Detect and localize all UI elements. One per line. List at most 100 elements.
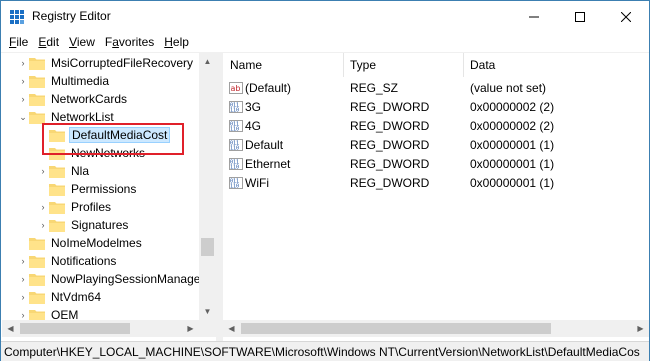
- close-icon: [621, 11, 631, 22]
- folder-icon: [29, 75, 45, 88]
- chevron-right-icon[interactable]: ›: [17, 54, 29, 72]
- column-header-name[interactable]: Name: [223, 53, 343, 77]
- maximize-button[interactable]: [557, 1, 603, 32]
- tree-item[interactable]: › NtVdm64: [17, 288, 103, 306]
- chevron-right-icon[interactable]: ›: [17, 90, 29, 108]
- menu-bar: File Edit View Favorites Help: [1, 32, 649, 52]
- table-row[interactable]: 011 110 Default REG_DWORD 0x00000001 (1): [223, 135, 649, 154]
- list-horizontal-scrollbar[interactable]: ◀ ▶: [223, 320, 649, 337]
- value-name-text: Ethernet: [245, 156, 291, 171]
- tree-item-label: Signatures: [71, 218, 129, 232]
- value-name-text: 4G: [245, 118, 262, 133]
- value-type-cell: REG_DWORD: [350, 99, 430, 114]
- tree-hscroll-thumb[interactable]: [20, 323, 130, 334]
- tree-item-label: Nla: [71, 164, 90, 178]
- status-path-text: Computer\HKEY_LOCAL_MACHINE\SOFTWARE\Mic…: [4, 344, 640, 359]
- status-bar-path: Computer\HKEY_LOCAL_MACHINE\SOFTWARE\Mic…: [1, 341, 649, 361]
- value-data-cell: 0x00000002 (2): [470, 118, 555, 133]
- tree-item[interactable]: › Nla: [37, 162, 91, 180]
- list-hscroll-thumb[interactable]: [241, 323, 551, 334]
- tree-item[interactable]: › NowPlayingSessionManager: [17, 270, 206, 288]
- scroll-down-icon[interactable]: ▼: [199, 303, 216, 320]
- svg-text:ab: ab: [231, 84, 241, 93]
- folder-icon: [49, 183, 65, 196]
- column-header-type[interactable]: Type: [343, 53, 463, 77]
- chevron-right-icon[interactable]: ›: [37, 198, 49, 216]
- tree-item[interactable]: › NetworkCards: [17, 90, 129, 108]
- window-title: Registry Editor: [32, 9, 111, 23]
- key-tree[interactable]: › MsiCorruptedFileRecovery › Multimedia › Net…: [2, 53, 216, 341]
- maximize-icon: [575, 11, 585, 22]
- tree-item[interactable]: Permissions: [37, 180, 138, 198]
- chevron-right-icon[interactable]: ›: [17, 288, 29, 306]
- value-list[interactable]: Name Type Data ab (Default) REG_SZ (value n…: [223, 53, 649, 341]
- value-type-cell: REG_SZ: [350, 80, 399, 95]
- close-button[interactable]: [603, 1, 649, 32]
- scroll-right-icon[interactable]: ▶: [182, 320, 199, 337]
- value-type-cell: REG_DWORD: [350, 175, 430, 190]
- value-name-cell: ab (Default): [229, 78, 291, 97]
- value-name-text: 3G: [245, 99, 262, 114]
- tree-item[interactable]: › Multimedia: [17, 72, 111, 90]
- value-name-text: WiFi: [245, 175, 269, 190]
- chevron-down-icon[interactable]: ⌄: [17, 108, 29, 126]
- value-type-cell: REG_DWORD: [350, 118, 430, 133]
- scroll-up-icon[interactable]: ▲: [199, 53, 216, 70]
- chevron-right-icon[interactable]: ›: [17, 252, 29, 270]
- registry-editor-window: Registry Editor File Edit View Favorites…: [0, 0, 650, 361]
- folder-icon: [49, 219, 65, 232]
- tree-item[interactable]: › MsiCorruptedFileRecovery: [17, 54, 195, 72]
- value-name-cell: 011 110 4G: [229, 116, 261, 135]
- table-row[interactable]: ab (Default) REG_SZ (value not set): [223, 78, 649, 97]
- registry-editor-icon: [10, 10, 24, 24]
- binary-value-icon: 011110: [229, 100, 243, 113]
- scroll-left-icon[interactable]: ◀: [2, 320, 19, 337]
- menu-favorites[interactable]: Favorites: [100, 32, 159, 52]
- binary-value-icon: 011110: [229, 119, 243, 132]
- folder-icon: [49, 165, 65, 178]
- pane-splitter[interactable]: [216, 53, 223, 341]
- tree-item-label: NtVdm64: [51, 290, 102, 304]
- chevron-right-icon[interactable]: ›: [17, 270, 29, 288]
- expander-placeholder: [37, 180, 49, 198]
- chevron-right-icon[interactable]: ›: [37, 216, 49, 234]
- folder-icon: [29, 291, 45, 304]
- value-data-cell: 0x00000001 (1): [470, 137, 555, 152]
- tree-item[interactable]: › Notifications: [17, 252, 118, 270]
- scroll-right-icon[interactable]: ▶: [632, 320, 649, 337]
- column-header-data[interactable]: Data: [463, 53, 649, 77]
- folder-icon: [29, 111, 45, 124]
- folder-icon: [29, 93, 45, 106]
- scroll-left-icon[interactable]: ◀: [223, 320, 240, 337]
- table-row[interactable]: 011 110 WiFi REG_DWORD 0x00000001 (1): [223, 173, 649, 192]
- table-row[interactable]: 011 110 4G REG_DWORD 0x00000002 (2): [223, 116, 649, 135]
- folder-icon: [29, 255, 45, 268]
- folder-icon: [29, 57, 45, 70]
- chevron-right-icon[interactable]: ›: [17, 72, 29, 90]
- binary-value-icon: 011110: [229, 176, 243, 189]
- title-bar[interactable]: Registry Editor: [1, 1, 649, 32]
- folder-icon: [49, 201, 65, 214]
- menu-file[interactable]: File: [4, 32, 33, 52]
- tree-horizontal-scrollbar[interactable]: ◀ ▶: [2, 320, 216, 337]
- tree-item[interactable]: › Signatures: [37, 216, 130, 234]
- table-row[interactable]: 011 110 Ethernet REG_DWORD 0x00000001 (1): [223, 154, 649, 173]
- tree-item[interactable]: › Profiles: [37, 198, 113, 216]
- minimize-button[interactable]: [511, 1, 557, 32]
- svg-text:110: 110: [230, 107, 239, 113]
- value-type-cell: REG_DWORD: [350, 156, 430, 171]
- tree-vscroll-thumb[interactable]: [201, 238, 214, 256]
- value-name-text: (Default): [245, 80, 292, 95]
- menu-help[interactable]: Help: [159, 32, 194, 52]
- svg-text:110: 110: [230, 145, 239, 151]
- menu-view[interactable]: View: [64, 32, 100, 52]
- value-name-cell: 011 110 Ethernet: [229, 154, 290, 173]
- folder-icon: [29, 237, 45, 250]
- menu-edit[interactable]: Edit: [33, 32, 64, 52]
- table-row[interactable]: 011 110 3G REG_DWORD 0x00000002 (2): [223, 97, 649, 116]
- tree-item[interactable]: NoImeModelmes: [17, 234, 144, 252]
- value-name-cell: 011 110 Default: [229, 135, 283, 154]
- minimize-icon: [529, 16, 539, 17]
- tree-vertical-scrollbar[interactable]: ▲ ▼: [199, 53, 216, 320]
- chevron-right-icon[interactable]: ›: [37, 162, 49, 180]
